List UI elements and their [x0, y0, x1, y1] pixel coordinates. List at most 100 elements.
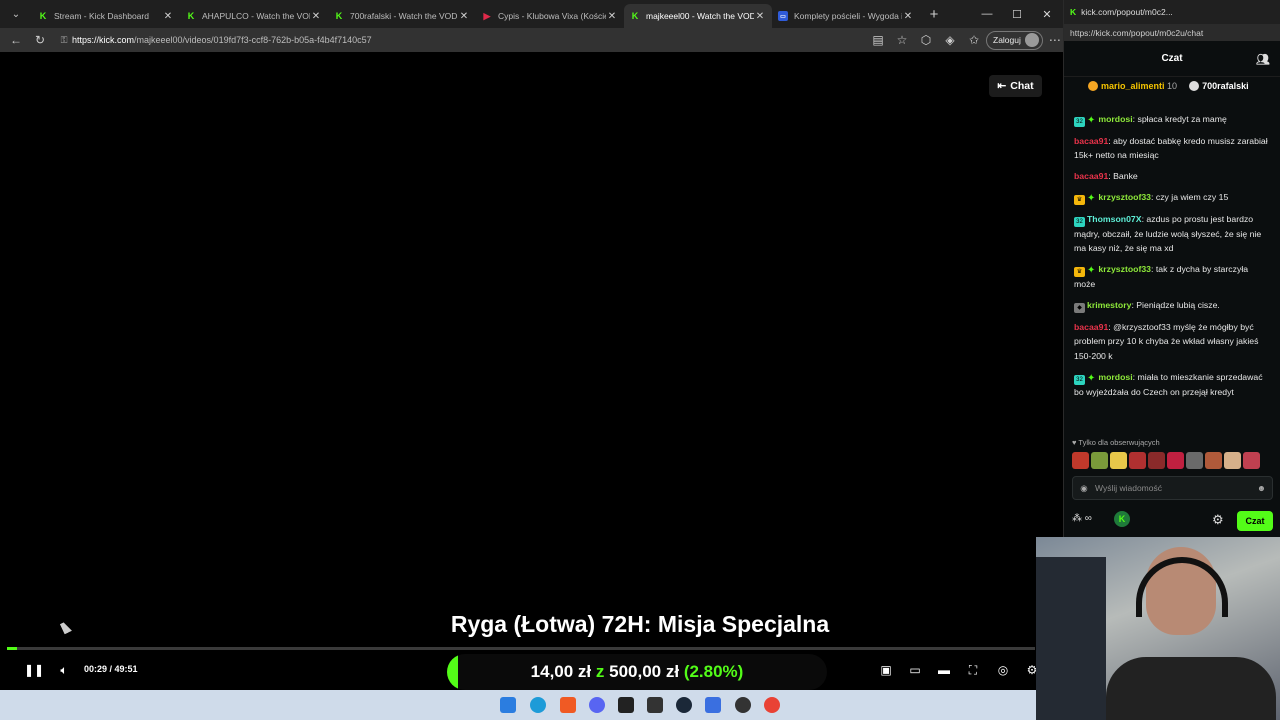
- popout-window-title: kick.com/popout/m0c2...: [1081, 7, 1173, 17]
- chat-username[interactable]: bacaa91: [1074, 136, 1108, 146]
- seek-bar[interactable]: [7, 647, 1035, 650]
- profile-login-button[interactable]: Zaloguj: [986, 30, 1043, 50]
- tab-close-icon[interactable]: ✕: [458, 11, 470, 22]
- emote-icon[interactable]: [1091, 452, 1108, 469]
- chat-toggle-icon: ⇤: [997, 80, 1007, 92]
- chat-username[interactable]: mordosi: [1098, 114, 1132, 124]
- chat-username[interactable]: Thomson07X: [1087, 214, 1142, 224]
- kick-points-icon[interactable]: K: [1114, 511, 1130, 527]
- browser-tab[interactable]: ▭ Komplety pościeli - Wygoda i s ✕: [772, 4, 920, 28]
- close-window-icon[interactable]: ✕: [1032, 0, 1062, 28]
- tab-title: 700rafalski - Watch the VOD o: [350, 11, 458, 21]
- chat-username[interactable]: krzysztoof33: [1098, 192, 1151, 202]
- donation-goal: 500,00 zł: [609, 662, 680, 681]
- popout-url-bar[interactable]: https://kick.com/popout/m0c2u/chat: [1064, 24, 1280, 41]
- pinned-user-1-count: 10: [1167, 81, 1178, 91]
- reader-mode-icon[interactable]: ▤: [866, 28, 890, 52]
- collections-icon[interactable]: ◈: [938, 28, 962, 52]
- emote-icon[interactable]: [1224, 452, 1241, 469]
- maximize-icon[interactable]: ☐: [1002, 0, 1032, 28]
- steam-icon[interactable]: [676, 697, 692, 713]
- chat-username[interactable]: krzysztoof33: [1098, 264, 1151, 274]
- video-player[interactable]: [7, 52, 1043, 690]
- chat-settings-gear-icon[interactable]: ⚙: [1212, 512, 1224, 528]
- tab-search-chevron-icon[interactable]: ⌄: [0, 0, 32, 28]
- pinned-user-1[interactable]: mario_alimenti 10: [1088, 81, 1177, 91]
- browser-tab[interactable]: K AHAPULCO - Watch the VOD o✕: [180, 4, 328, 28]
- tab-bar: ⌄ K Stream - Kick Dashboard ✕ K AHAPULCO - W…: [0, 0, 1063, 28]
- app-icon[interactable]: [705, 697, 721, 713]
- chat-text: spłaca kredyt za mamę: [1137, 114, 1227, 124]
- chat-username[interactable]: mordosi: [1098, 372, 1132, 382]
- epic-games-icon[interactable]: [647, 697, 663, 713]
- obs-icon[interactable]: [618, 697, 634, 713]
- tab-close-icon[interactable]: ✕: [162, 11, 174, 22]
- emote-icon[interactable]: [1205, 452, 1222, 469]
- windows-start-icon[interactable]: [500, 697, 516, 713]
- top-gifters-bar: mario_alimenti 10 700rafalski: [1064, 77, 1280, 95]
- chat-message: 32 Thomson07X: azdus po prostu jest bardz…: [1074, 212, 1271, 256]
- tab-close-icon[interactable]: ✕: [310, 11, 322, 22]
- chrome-icon[interactable]: [764, 697, 780, 713]
- discord-icon[interactable]: [589, 697, 605, 713]
- reload-icon[interactable]: ↻: [28, 28, 52, 52]
- chat-username[interactable]: bacaa91: [1074, 322, 1108, 332]
- edge-browser-icon[interactable]: [530, 697, 546, 713]
- chat-username[interactable]: krimestory: [1087, 300, 1131, 310]
- login-label: Zaloguj: [993, 35, 1021, 45]
- popout-url: https://kick.com/popout/m0c2u/chat: [1070, 27, 1204, 38]
- favorites-bar-icon[interactable]: ✩: [962, 28, 986, 52]
- brave-browser-icon[interactable]: [560, 697, 576, 713]
- subscriber-badge-icon: 32: [1074, 374, 1085, 385]
- playback-speed-icon[interactable]: ◎: [993, 660, 1013, 680]
- chat-text: Banke: [1113, 171, 1138, 181]
- miniplayer-icon[interactable]: ▣: [876, 660, 896, 680]
- browser-tab[interactable]: K 700rafalski - Watch the VOD o ✕: [328, 4, 476, 28]
- emote-icon[interactable]: [1072, 452, 1089, 469]
- theater-mode-icon[interactable]: ▬: [934, 660, 954, 680]
- chat-toggle-button[interactable]: ⇤ Chat: [989, 75, 1042, 97]
- emoji-picker-icon[interactable]: ☻: [1257, 483, 1266, 493]
- emote-icon[interactable]: [1129, 452, 1146, 469]
- back-arrow-icon[interactable]: ←: [4, 28, 28, 52]
- emote-icon[interactable]: [1110, 452, 1127, 469]
- streaming-app-icon[interactable]: [735, 697, 751, 713]
- tab-close-icon[interactable]: ✕: [606, 11, 618, 22]
- fullscreen-icon[interactable]: ⛶: [963, 660, 983, 680]
- webcam-overlay: [1036, 537, 1280, 720]
- browser-window: ⌄ K Stream - Kick Dashboard ✕ K AHAPULCO - W…: [0, 0, 1063, 690]
- browser-tab[interactable]: ▶ Cypis - Klubowa Vixa (Kościeln ✕: [476, 4, 624, 28]
- windows-taskbar: [0, 690, 1036, 720]
- browser-tab[interactable]: Kmajkeeel00 - Watch the VOD o ✕: [624, 4, 772, 28]
- chat-identity-icon[interactable]: ◉: [1073, 483, 1095, 494]
- pause-icon[interactable]: ❚❚: [24, 660, 44, 680]
- address-bar[interactable]: ⚿ https://kick.com/majkeeel00/videos/019…: [56, 29, 976, 51]
- pinned-user-2[interactable]: 700rafalski: [1189, 81, 1249, 91]
- chat-send-button[interactable]: Czat: [1237, 511, 1273, 531]
- chat-message: 32 ✦ mordosi: spłaca kredyt za mamę: [1074, 112, 1271, 127]
- tab-close-icon[interactable]: ✕: [754, 11, 766, 22]
- emote-icon[interactable]: [1186, 452, 1203, 469]
- minimize-icon[interactable]: —: [972, 0, 1002, 28]
- chat-send-label: Czat: [1245, 516, 1265, 526]
- users-icon[interactable]: 👥︎: [1256, 53, 1270, 66]
- pinned-user-1-name: mario_alimenti: [1101, 81, 1165, 91]
- donation-separator: z: [595, 662, 605, 681]
- extensions-icon[interactable]: ⬡: [914, 28, 938, 52]
- browser-tab[interactable]: K Stream - Kick Dashboard ✕: [32, 4, 180, 28]
- clip-icon[interactable]: ▭: [905, 660, 925, 680]
- chat-username[interactable]: bacaa91: [1074, 171, 1108, 181]
- profile-avatar: [1024, 33, 1039, 47]
- site-info-icon[interactable]: ⚿: [56, 35, 72, 46]
- new-tab-button[interactable]: +: [920, 6, 948, 23]
- emote-icon[interactable]: [1167, 452, 1184, 469]
- volume-icon[interactable]: 🔈︎: [54, 660, 74, 680]
- chat-message-input[interactable]: ◉ Wyślij wiadomość ☻: [1072, 476, 1273, 500]
- emote-icon[interactable]: [1148, 452, 1165, 469]
- chat-rules-icon[interactable]: ⁂ ∞: [1072, 513, 1092, 524]
- emote-icon[interactable]: [1243, 452, 1260, 469]
- tab-close-icon[interactable]: ✕: [902, 11, 914, 22]
- favorite-star-icon[interactable]: ☆: [890, 28, 914, 52]
- crown-badge-icon: ♛: [1074, 195, 1085, 205]
- chat-text: czy ja wiem czy 15: [1155, 192, 1229, 202]
